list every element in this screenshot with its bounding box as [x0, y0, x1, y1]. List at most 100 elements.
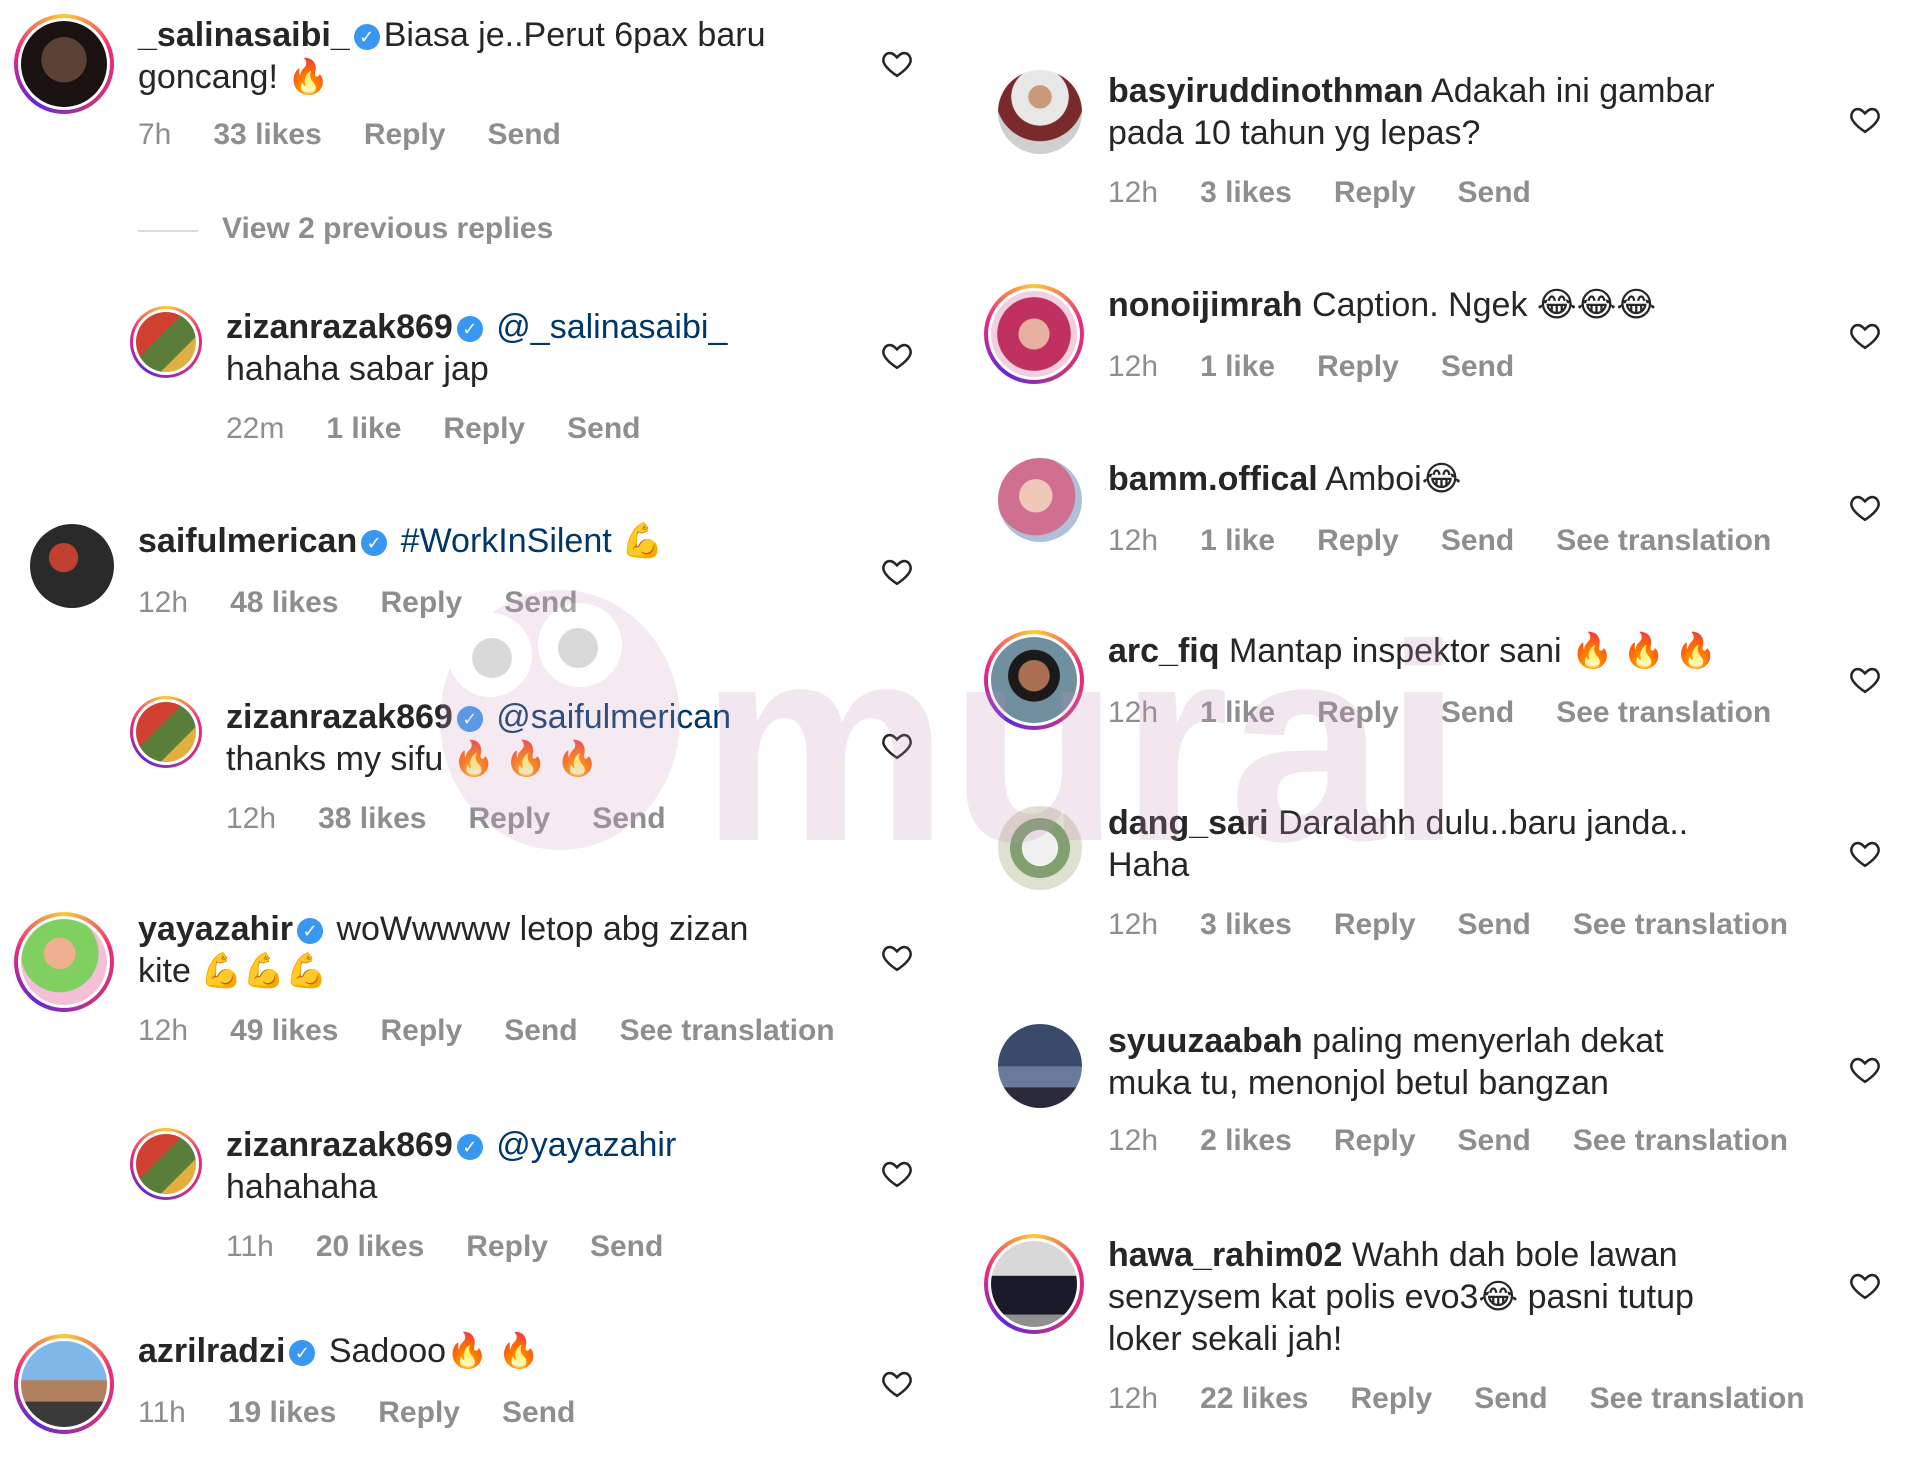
- send-button[interactable]: Send: [488, 118, 561, 151]
- username[interactable]: zizanrazak869: [226, 1126, 453, 1164]
- see-translation-button[interactable]: See translation: [1590, 1382, 1805, 1415]
- likes-count[interactable]: 1 like: [1200, 696, 1275, 729]
- reply-button[interactable]: Reply: [469, 802, 551, 835]
- like-heart-icon[interactable]: [1848, 490, 1882, 524]
- avatar[interactable]: [130, 306, 202, 378]
- avatar[interactable]: [984, 1234, 1084, 1334]
- reply-button[interactable]: Reply: [1317, 350, 1399, 383]
- send-button[interactable]: Send: [1458, 176, 1531, 209]
- reply-button[interactable]: Reply: [378, 1396, 460, 1429]
- avatar[interactable]: [998, 458, 1082, 542]
- view-replies-button[interactable]: View 2 previous replies: [222, 212, 553, 246]
- reply-button[interactable]: Reply: [1334, 1124, 1416, 1157]
- likes-count[interactable]: 33 likes: [213, 118, 321, 151]
- see-translation-button[interactable]: See translation: [1556, 696, 1771, 729]
- username[interactable]: hawa_rahim02: [1108, 1236, 1342, 1274]
- avatar[interactable]: [984, 284, 1084, 384]
- like-heart-icon[interactable]: [880, 46, 914, 80]
- likes-count[interactable]: 3 likes: [1200, 176, 1292, 209]
- comment-line: Daralahh dulu..baru janda..: [1278, 804, 1689, 842]
- like-heart-icon[interactable]: [1848, 102, 1882, 136]
- avatar[interactable]: [984, 630, 1084, 730]
- send-button[interactable]: Send: [504, 1014, 577, 1047]
- avatar[interactable]: [998, 70, 1082, 154]
- send-button[interactable]: Send: [590, 1230, 663, 1263]
- send-button[interactable]: Send: [504, 586, 577, 619]
- hashtag-link[interactable]: #WorkInSilent: [401, 522, 612, 560]
- like-heart-icon[interactable]: [1848, 1268, 1882, 1302]
- reply-button[interactable]: Reply: [381, 586, 463, 619]
- likes-count[interactable]: 22 likes: [1200, 1382, 1308, 1415]
- send-button[interactable]: Send: [502, 1396, 575, 1429]
- reply-button[interactable]: Reply: [443, 412, 525, 445]
- mention-link[interactable]: @yayazahir: [496, 1126, 676, 1164]
- username[interactable]: dang_sari: [1108, 804, 1269, 842]
- reply-button[interactable]: Reply: [1317, 696, 1399, 729]
- send-button[interactable]: Send: [1458, 1124, 1531, 1157]
- likes-count[interactable]: 19 likes: [228, 1396, 336, 1429]
- comment-meta: 12h 1 like Reply Send: [1108, 350, 1556, 384]
- username[interactable]: syuuzaabah: [1108, 1022, 1303, 1060]
- username[interactable]: yayazahir: [138, 910, 293, 948]
- send-button[interactable]: Send: [1474, 1382, 1547, 1415]
- avatar[interactable]: [14, 912, 114, 1012]
- avatar[interactable]: [14, 1334, 114, 1434]
- reply-button[interactable]: Reply: [1334, 908, 1416, 941]
- mention-link[interactable]: @_salinasaibi_: [496, 308, 727, 346]
- avatar[interactable]: [14, 14, 114, 114]
- username[interactable]: saifulmerican: [138, 522, 357, 560]
- likes-count[interactable]: 3 likes: [1200, 908, 1292, 941]
- like-heart-icon[interactable]: [880, 940, 914, 974]
- send-button[interactable]: Send: [1441, 524, 1514, 557]
- reply-button[interactable]: Reply: [466, 1230, 548, 1263]
- send-button[interactable]: Send: [1441, 696, 1514, 729]
- reply-button[interactable]: Reply: [1334, 176, 1416, 209]
- like-heart-icon[interactable]: [1848, 318, 1882, 352]
- likes-count[interactable]: 1 like: [326, 412, 401, 445]
- username[interactable]: basyiruddinothman: [1108, 72, 1423, 110]
- see-translation-button[interactable]: See translation: [620, 1014, 835, 1047]
- username[interactable]: _salinasaibi_: [138, 16, 350, 54]
- like-heart-icon[interactable]: [1848, 1052, 1882, 1086]
- avatar[interactable]: [998, 806, 1082, 890]
- reply-button[interactable]: Reply: [1317, 524, 1399, 557]
- like-heart-icon[interactable]: [880, 728, 914, 762]
- see-translation-button[interactable]: See translation: [1573, 1124, 1788, 1157]
- likes-count[interactable]: 1 like: [1200, 350, 1275, 383]
- likes-count[interactable]: 20 likes: [316, 1230, 424, 1263]
- like-heart-icon[interactable]: [880, 1366, 914, 1400]
- like-heart-icon[interactable]: [1848, 662, 1882, 696]
- reply-button[interactable]: Reply: [1351, 1382, 1433, 1415]
- likes-count[interactable]: 2 likes: [1200, 1124, 1292, 1157]
- reply-button[interactable]: Reply: [381, 1014, 463, 1047]
- like-heart-icon[interactable]: [880, 554, 914, 588]
- like-heart-icon[interactable]: [880, 338, 914, 372]
- comment-meta: 12h 48 likes Reply Send: [138, 586, 620, 620]
- comment-line: Adakah ini gambar: [1431, 72, 1715, 110]
- likes-count[interactable]: 49 likes: [230, 1014, 338, 1047]
- avatar[interactable]: [30, 524, 114, 608]
- comment-text: arc_fiq Mantap inspektor sani 🔥 🔥 🔥: [1108, 630, 1808, 672]
- username[interactable]: nonoijimrah: [1108, 286, 1303, 324]
- see-translation-button[interactable]: See translation: [1556, 524, 1771, 557]
- send-button[interactable]: Send: [1441, 350, 1514, 383]
- reply-button[interactable]: Reply: [364, 118, 446, 151]
- like-heart-icon[interactable]: [1848, 836, 1882, 870]
- avatar[interactable]: [130, 696, 202, 768]
- likes-count[interactable]: 38 likes: [318, 802, 426, 835]
- send-button[interactable]: Send: [567, 412, 640, 445]
- username[interactable]: bamm.offical: [1108, 460, 1318, 498]
- likes-count[interactable]: 48 likes: [230, 586, 338, 619]
- send-button[interactable]: Send: [1458, 908, 1531, 941]
- mention-link[interactable]: @saifulmerican: [496, 698, 731, 736]
- send-button[interactable]: Send: [592, 802, 665, 835]
- see-translation-button[interactable]: See translation: [1573, 908, 1788, 941]
- avatar[interactable]: [998, 1024, 1082, 1108]
- username[interactable]: zizanrazak869: [226, 698, 453, 736]
- username[interactable]: arc_fiq: [1108, 632, 1220, 670]
- username[interactable]: azrilradzi: [138, 1332, 285, 1370]
- likes-count[interactable]: 1 like: [1200, 524, 1275, 557]
- avatar[interactable]: [130, 1128, 202, 1200]
- username[interactable]: zizanrazak869: [226, 308, 453, 346]
- like-heart-icon[interactable]: [880, 1156, 914, 1190]
